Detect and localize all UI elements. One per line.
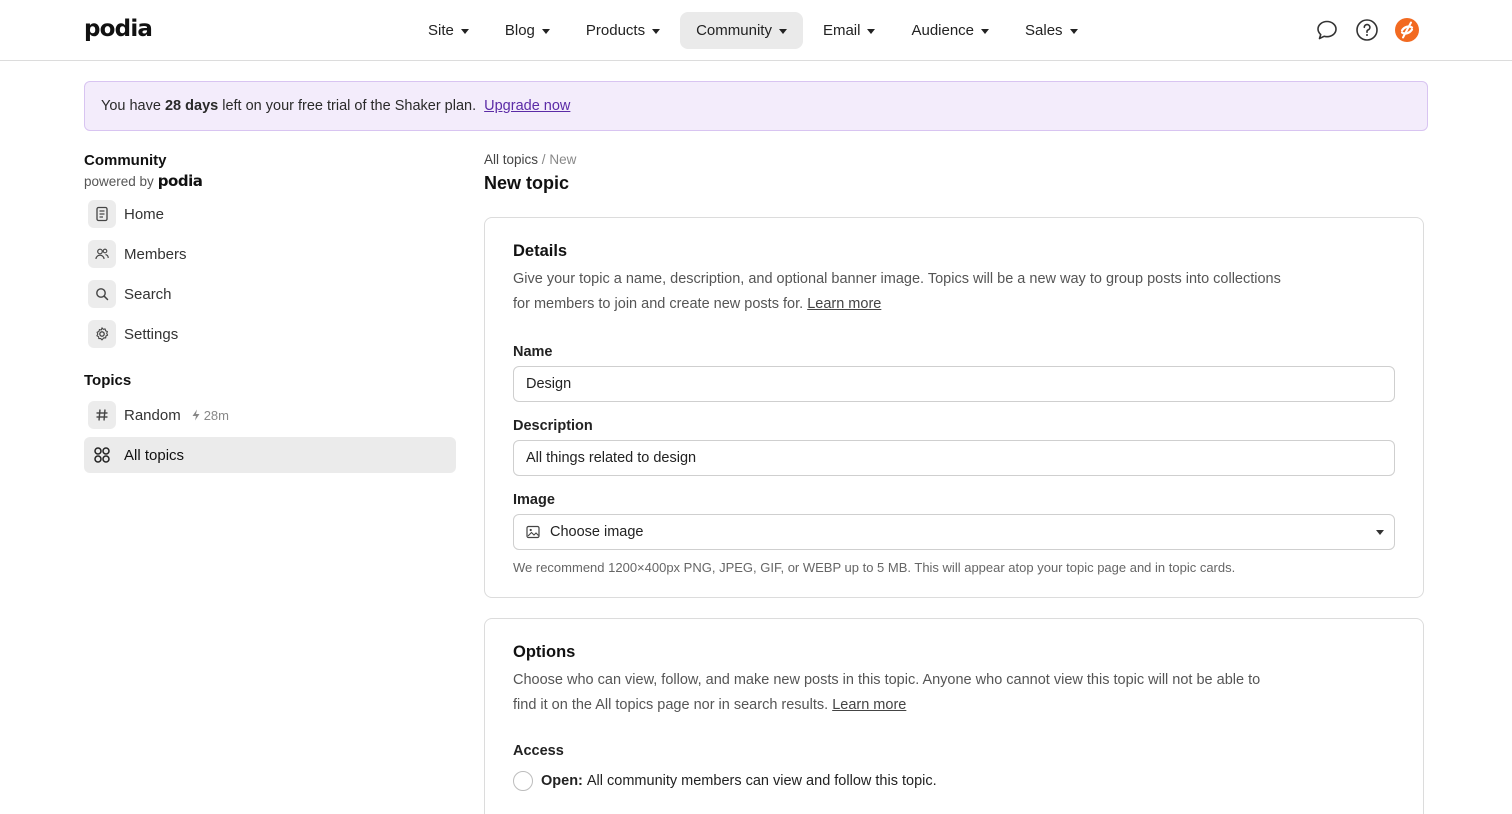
sidebar-title: Community [84,152,167,169]
radio-open[interactable] [513,771,533,791]
description-label: Description [513,418,593,434]
caret-down-icon [1069,29,1078,34]
caret-down-icon [652,29,661,34]
activity-time: 28m [203,407,229,423]
sidebar-item-members[interactable]: Members [84,236,456,272]
caret-down-icon [981,29,990,34]
sidebar-item-random[interactable]: Random 28m [84,397,456,433]
image-hint: We recommend 1200×400px PNG, JPEG, GIF, … [513,560,1236,575]
sidebar-item-search[interactable]: Search [84,276,456,312]
nav-email[interactable]: Email [807,12,892,49]
sidebar-item-label: All topics [124,446,185,464]
options-learn-more-link[interactable]: Learn more [832,697,906,713]
image-label: Image [513,492,555,508]
caret-down-icon [541,29,550,34]
top-icons [1300,17,1420,43]
topics-heading: Topics [84,372,132,389]
access-option-open[interactable]: Open: All community members can view and… [513,771,1395,791]
sidebar-item-all-topics[interactable]: All topics [84,437,456,473]
nav-community-label: Community [696,22,772,39]
nav-site-label: Site [428,22,454,39]
activity-meta: 28m [191,408,229,423]
upgrade-now-link[interactable]: Upgrade now [484,98,570,114]
user-avatar-icon[interactable] [1394,17,1420,43]
sidebar-item-label: Search [124,285,172,303]
bolt-icon [192,409,200,421]
image-select-value: Choose image [550,524,644,540]
banner-days: 28 days [164,98,219,114]
details-description-text: Give your topic a name, description, and… [513,271,1281,312]
caret-down-icon [867,29,876,34]
nav-community[interactable]: Community [680,12,803,49]
powered-by-text: powered by [84,174,154,189]
image-icon [526,525,540,539]
sidebar-list: Home Members Search Settings [84,196,456,352]
nav-site[interactable]: Site [412,12,485,49]
name-field-group: Name Design [513,344,1395,402]
description-input[interactable]: All things related to design [513,440,1395,476]
breadcrumb-current: New [549,152,577,167]
access-option-text: All community members can view and follo… [586,773,937,789]
breadcrumb-all-topics[interactable]: All topics [484,152,538,167]
powered-by: powered by podia [84,172,456,190]
access-option-label: Open: [541,773,583,789]
members-icon [88,240,116,268]
image-field-group: Image Choose image We recommend 1200×400… [513,492,1395,575]
access-label: Access [513,743,564,759]
chat-bubble-icon[interactable] [1314,17,1340,43]
banner-suffix: left on your free trial of the Shaker pl… [222,98,477,114]
grid-icon [88,441,116,469]
nav-sales-label: Sales [1025,22,1063,39]
nav-audience-label: Audience [911,22,975,39]
main-nav: Site Blog Products Community Email Audie… [412,12,1098,49]
page-title: New topic [484,173,570,193]
community-sidebar: Community powered by podia Home Members … [84,152,456,477]
top-navigation-bar: podia Site Blog Products Community Email… [0,0,1512,61]
help-circle-icon[interactable] [1354,17,1380,43]
main-content: All topics / New New topic Details Give … [484,152,1424,814]
sidebar-item-label: Random [124,406,181,424]
trial-banner: You have 28 days left on your free trial… [84,81,1428,131]
nav-products-label: Products [585,22,646,39]
options-card: Options Choose who can view, follow, and… [484,618,1424,814]
name-label: Name [513,344,553,360]
topics-list: Random 28m All topics [84,397,456,473]
sidebar-item-home[interactable]: Home [84,196,456,232]
description-field-group: Description All things related to design [513,418,1395,476]
name-input[interactable]: Design [513,366,1395,402]
sidebar-item-label: Members [124,245,187,263]
nav-blog[interactable]: Blog [489,12,566,49]
options-description: Choose who can view, follow, and make ne… [513,668,1283,717]
caret-down-icon [778,29,787,34]
chevron-down-icon [1376,530,1384,535]
sidebar-item-settings[interactable]: Settings [84,316,456,352]
podia-logo[interactable]: podia [84,16,153,42]
details-description: Give your topic a name, description, and… [513,267,1283,316]
hash-icon [88,401,116,429]
nav-products[interactable]: Products [570,12,676,49]
nav-audience[interactable]: Audience [895,12,1005,49]
nav-email-label: Email [822,22,861,39]
podia-mini-logo: podia [157,172,203,190]
options-title: Options [513,643,576,661]
newspaper-icon [88,200,116,228]
gear-icon [88,320,116,348]
nav-blog-label: Blog [504,22,535,39]
breadcrumb-separator: / [541,152,546,167]
details-card: Details Give your topic a name, descript… [484,217,1424,598]
caret-down-icon [460,29,469,34]
banner-prefix: You have [101,98,161,114]
sidebar-item-label: Home [124,205,165,223]
image-select[interactable]: Choose image [513,514,1395,550]
breadcrumb: All topics / New [484,152,1424,167]
details-title: Details [513,242,568,260]
sidebar-item-label: Settings [124,325,179,343]
search-icon [88,280,116,308]
nav-sales[interactable]: Sales [1009,12,1094,49]
details-learn-more-link[interactable]: Learn more [807,296,881,312]
